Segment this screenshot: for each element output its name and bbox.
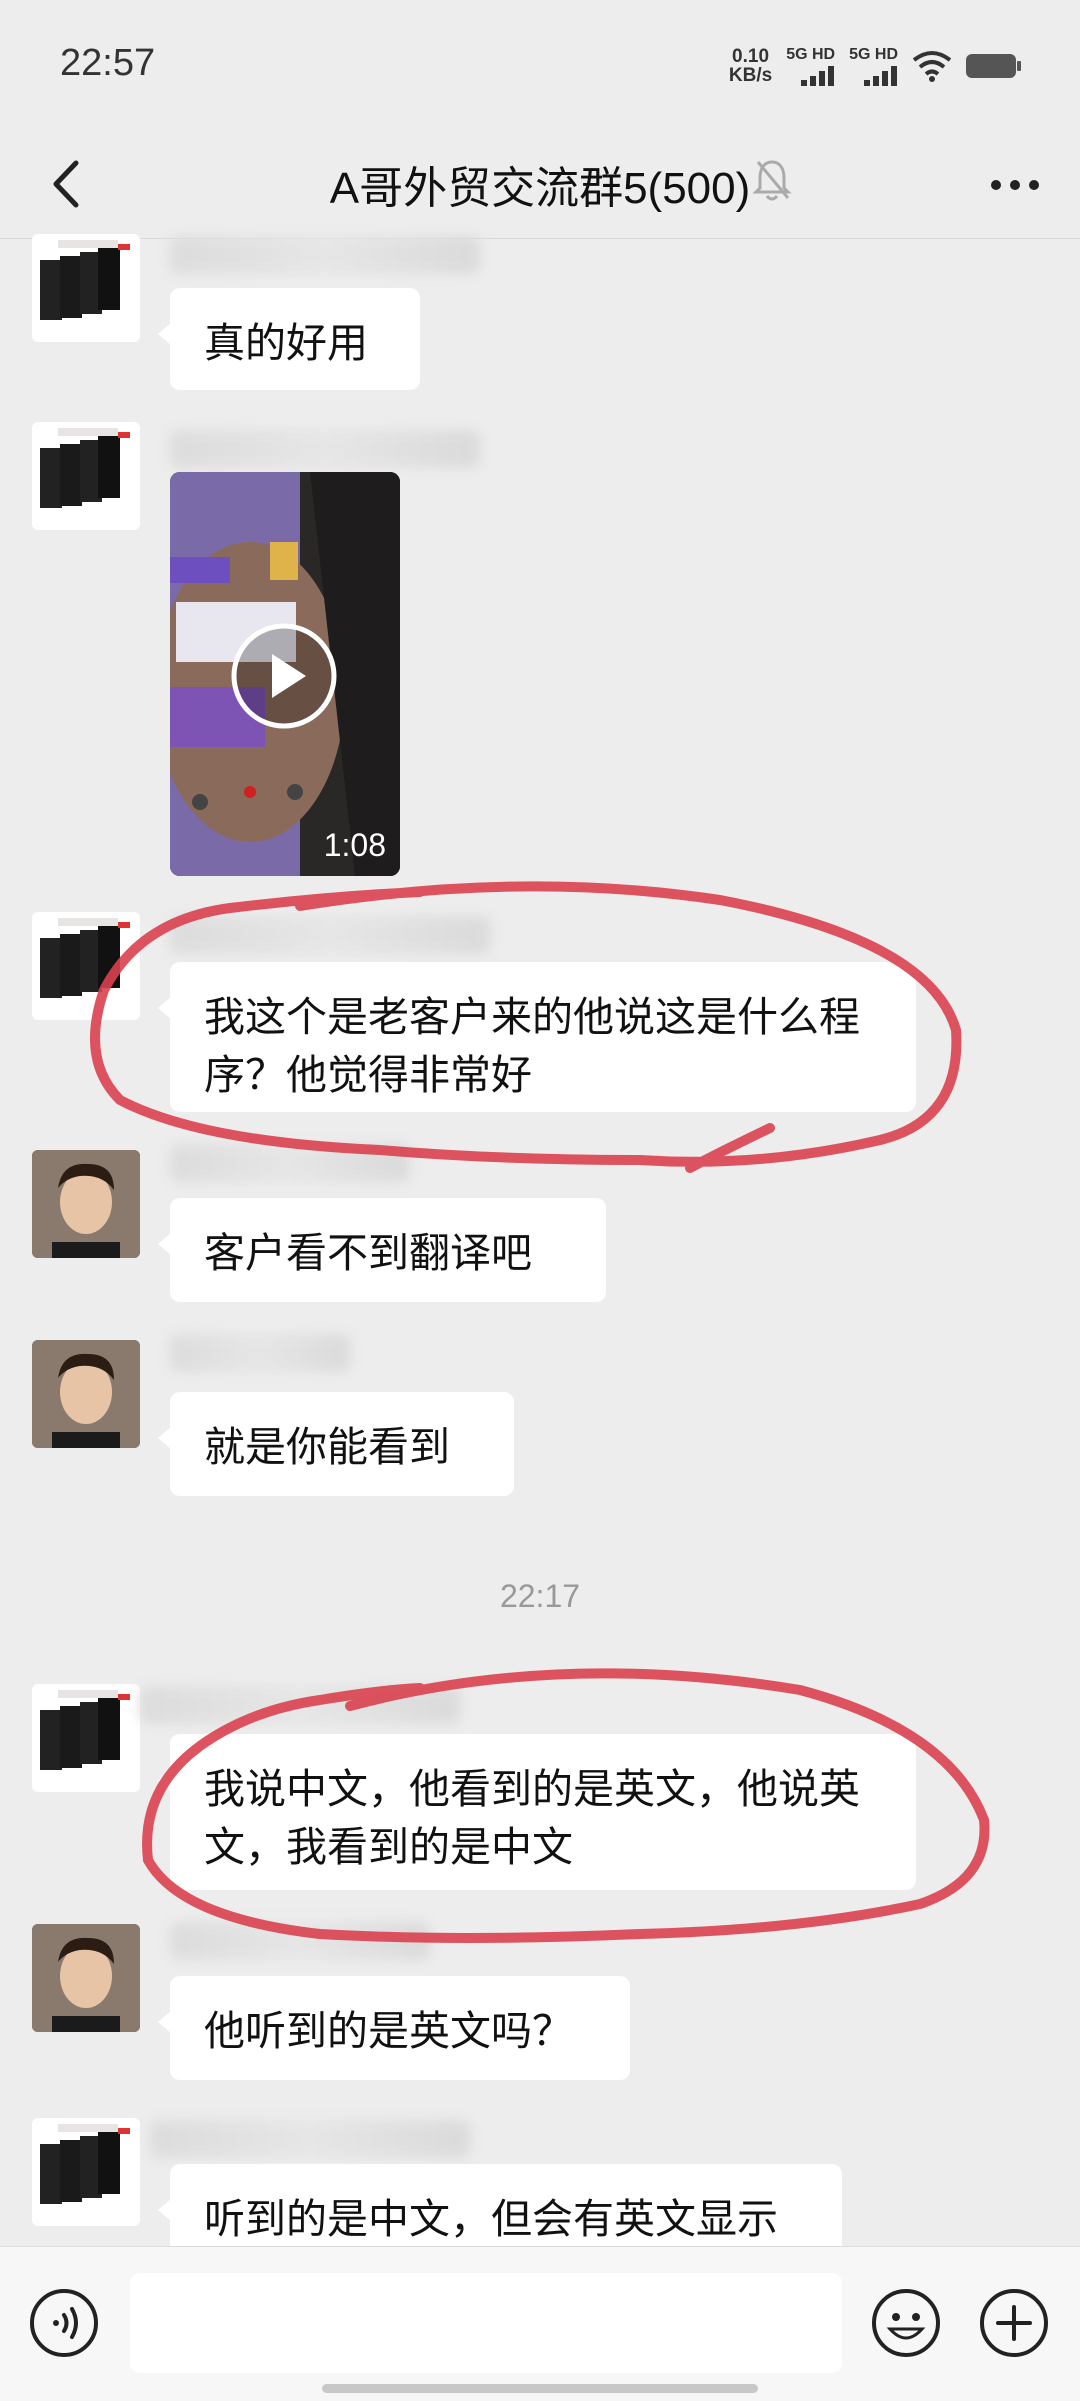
avatar[interactable] <box>32 1924 140 2032</box>
avatar[interactable] <box>32 234 140 342</box>
message-bubble[interactable]: 我这个是老客户来的他说这是什么程序？他觉得非常好 <box>158 962 916 1112</box>
more-dots-icon <box>991 180 1039 190</box>
message-bubble[interactable]: 客户看不到翻译吧 <box>158 1198 606 1302</box>
message-text: 我这个是老客户来的他说这是什么程序？他觉得非常好 <box>204 994 860 1098</box>
sender-name-blurred <box>150 2120 470 2158</box>
sender-name-blurred <box>170 430 480 468</box>
avatar[interactable] <box>32 1150 140 1258</box>
message-text: 听到的是中文，但会有英文显示 <box>204 2196 778 2242</box>
avatar[interactable] <box>32 912 140 1020</box>
sender-name-blurred <box>170 916 490 954</box>
more-options-button[interactable] <box>980 152 1050 218</box>
mute-bell-icon <box>752 160 792 201</box>
message-text: 他听到的是英文吗？ <box>204 2008 573 2054</box>
message-bubble[interactable]: 他听到的是英文吗？ <box>158 1976 630 2080</box>
signal-2-icon: 5G HD <box>849 45 898 86</box>
message-bubble[interactable]: 真的好用 <box>158 288 420 390</box>
wifi-icon <box>912 51 952 82</box>
sender-name-blurred <box>170 1144 410 1182</box>
battery-icon <box>966 54 1021 78</box>
home-indicator[interactable] <box>322 2384 758 2393</box>
title-divider <box>0 238 1080 239</box>
message-text: 客户看不到翻译吧 <box>204 1230 532 1276</box>
signal-1-icon: 5G HD <box>786 45 836 86</box>
status-time: 22:57 <box>60 42 156 84</box>
network-speed: 0.10 KB/s <box>729 47 772 85</box>
message-text: 就是你能看到 <box>204 1424 450 1470</box>
message-bubble[interactable]: 就是你能看到 <box>158 1392 514 1496</box>
plus-icon[interactable] <box>978 2287 1050 2359</box>
video-message[interactable]: 1:08 <box>170 472 400 876</box>
message-bubble[interactable]: 我说中文，他看到的是英文，他说英文，我看到的是中文 <box>158 1734 916 1890</box>
video-duration: 1:08 <box>323 827 386 863</box>
network-speed-value: 0.10 <box>732 46 770 67</box>
emoji-icon[interactable] <box>870 2287 942 2359</box>
signal-1-label: 5G HD <box>786 45 836 63</box>
title-bar: A哥外贸交流群5(500) <box>0 130 1080 238</box>
message-input[interactable] <box>130 2273 842 2373</box>
sender-name-blurred <box>170 1922 430 1960</box>
signal-2-label: 5G HD <box>849 45 898 63</box>
voice-input-icon[interactable] <box>28 2287 100 2359</box>
network-speed-unit: KB/s <box>728 65 773 86</box>
message-text: 真的好用 <box>204 320 368 366</box>
play-icon[interactable] <box>230 622 338 730</box>
message-text: 我说中文，他看到的是英文，他说英文，我看到的是中文 <box>204 1766 860 1870</box>
chat-title: A哥外贸交流群5(500) <box>329 164 751 213</box>
sender-name-blurred <box>170 236 480 274</box>
status-bar: 22:57 0.10 KB/s 5G HD 5G HD <box>0 0 1080 130</box>
input-bar <box>0 2246 1080 2401</box>
avatar[interactable] <box>32 2118 140 2226</box>
avatar[interactable] <box>32 1340 140 1448</box>
avatar[interactable] <box>32 1684 140 1792</box>
status-icons: 0.10 KB/s 5G HD 5G HD <box>729 42 1022 90</box>
sender-name-blurred <box>140 1686 460 1724</box>
avatar[interactable] <box>32 422 140 530</box>
sender-name-blurred <box>170 1334 350 1372</box>
timestamp: 22:17 <box>499 1578 581 1614</box>
